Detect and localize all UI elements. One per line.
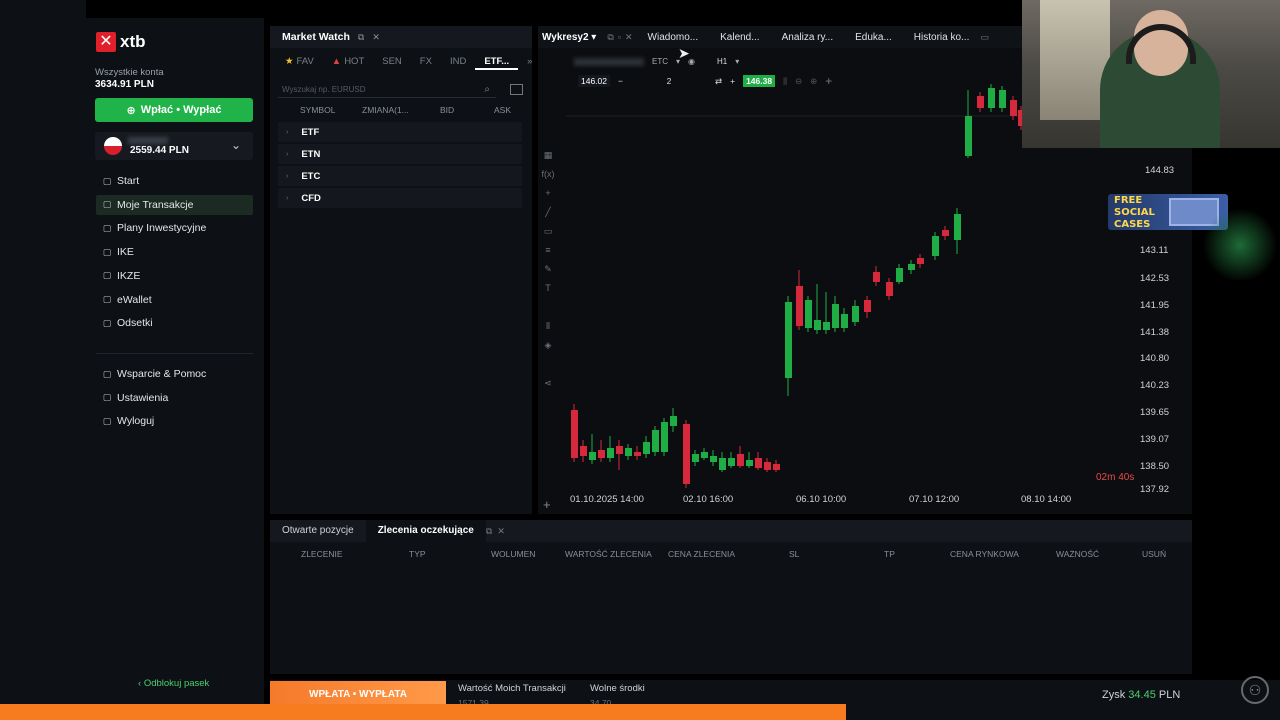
candle-body [755, 458, 762, 468]
x-axis-tick-label: 06.10 10:00 [796, 494, 847, 505]
webcam-overlay [1022, 0, 1280, 148]
candle-body [580, 446, 587, 456]
candle-body [796, 286, 803, 326]
background-glow [1200, 210, 1280, 280]
candle-body [1010, 100, 1017, 116]
candle-body [571, 410, 578, 458]
orders-column-header[interactable]: TP [884, 549, 895, 559]
mouse-cursor-icon: ➤ [678, 45, 690, 61]
candle-body [932, 236, 939, 256]
y-axis-tick-label: 144.83 [1145, 165, 1175, 176]
candle-body [737, 454, 744, 466]
candle-body [805, 300, 812, 328]
y-axis-tick-label: 142.53 [1140, 273, 1170, 284]
candle-body [710, 456, 717, 462]
profit-currency: PLN [1158, 689, 1181, 701]
candle-body [852, 306, 859, 322]
orders-column-header[interactable]: WAŻNOŚĆ [1056, 549, 1099, 559]
candle-body [977, 96, 984, 108]
y-axis-tick-label: 138.50 [1140, 461, 1170, 472]
candle-body [832, 304, 839, 328]
orders-column-header[interactable]: WOLUMEN [491, 549, 535, 559]
candle-body [873, 272, 880, 282]
orders-column-header[interactable]: USUŃ [1142, 549, 1166, 559]
candle-body [652, 430, 659, 452]
candle-body [607, 448, 614, 458]
x-axis-tick-label: 01.10.2025 14:00 [570, 494, 644, 505]
candle-countdown: 02m 40s [1096, 472, 1135, 483]
profit-value: 34.45 [1128, 689, 1156, 701]
candle-body [701, 452, 708, 458]
candle-body [908, 264, 915, 270]
orders-column-header[interactable]: CENA ZLECENIA [668, 549, 735, 559]
orders-tabbar: Otwarte pozycje Zlecenia oczekujące ⧉ ✕ [270, 520, 1192, 542]
y-axis-tick-label: 140.80 [1140, 353, 1170, 364]
tab-pending-orders[interactable]: Zlecenia oczekujące [365, 520, 486, 542]
candle-body [670, 416, 677, 426]
candle-body [598, 450, 605, 458]
candle-body [917, 258, 924, 264]
candle-body [589, 452, 596, 460]
orders-panel [270, 542, 1192, 674]
candle-body [634, 452, 641, 456]
candle-body [999, 90, 1006, 108]
profit-label: Zysk [1102, 689, 1126, 701]
candle-body [823, 322, 830, 330]
candle-body [886, 282, 893, 296]
candle-body [728, 458, 735, 466]
portfolio-value-label: Wartość Moich Transakcji [458, 683, 566, 694]
orders-column-header[interactable]: SL [789, 549, 799, 559]
x-axis-tick-label: 08.10 14:00 [1021, 494, 1072, 505]
badge-line-3: CASES [1114, 219, 1151, 230]
candle-body [773, 464, 780, 470]
add-chart-icon[interactable]: + [543, 497, 551, 512]
candle-body [719, 458, 726, 470]
badge-line-1: FREE [1114, 195, 1143, 206]
candle-body [661, 422, 668, 452]
candle-body [864, 300, 871, 312]
candle-body [896, 268, 903, 282]
candle-body [643, 442, 650, 454]
watermark-icon: ⚇ [1241, 676, 1269, 704]
candle-body [785, 302, 792, 378]
candle-body [954, 214, 961, 240]
candle-body [746, 460, 753, 466]
orders-column-header[interactable]: WARTOŚĆ ZLECENIA [565, 549, 652, 559]
candle-body [764, 462, 771, 470]
y-axis-tick-label: 139.65 [1140, 407, 1170, 418]
tab-open-positions[interactable]: Otwarte pozycje [270, 520, 366, 542]
free-funds-label: Wolne środki [590, 683, 645, 694]
badge-line-2: SOCIAL [1114, 207, 1155, 218]
candle-body [942, 230, 949, 236]
profit-summary: Zysk 34.45 PLN [1102, 689, 1180, 701]
orders-column-header[interactable]: ZLECENIE [301, 549, 343, 559]
x-axis-tick-label: 07.10 12:00 [909, 494, 960, 505]
candle-body [965, 116, 972, 156]
candle-body [814, 320, 821, 330]
candle-body [988, 88, 995, 108]
y-axis-tick-label: 137.92 [1140, 484, 1170, 495]
y-axis-tick-label: 141.95 [1140, 300, 1170, 311]
candle-body [692, 454, 699, 462]
orders-column-header[interactable]: TYP [409, 549, 426, 559]
popout-icon[interactable]: ⧉ [486, 526, 492, 537]
candle-body [841, 314, 848, 328]
close-icon[interactable]: ✕ [497, 526, 505, 537]
candle-body [616, 446, 623, 454]
x-axis-tick-label: 02.10 16:00 [683, 494, 734, 505]
candle-body [683, 424, 690, 484]
y-axis-tick-label: 139.07 [1140, 434, 1170, 445]
y-axis-tick-label: 141.38 [1140, 327, 1170, 338]
candle-body [625, 448, 632, 456]
y-axis-tick-label: 140.23 [1140, 380, 1170, 391]
y-axis-tick-label: 143.11 [1140, 245, 1169, 256]
orders-column-header[interactable]: CENA RYNKOWA [950, 549, 1019, 559]
progress-bar [0, 704, 846, 720]
